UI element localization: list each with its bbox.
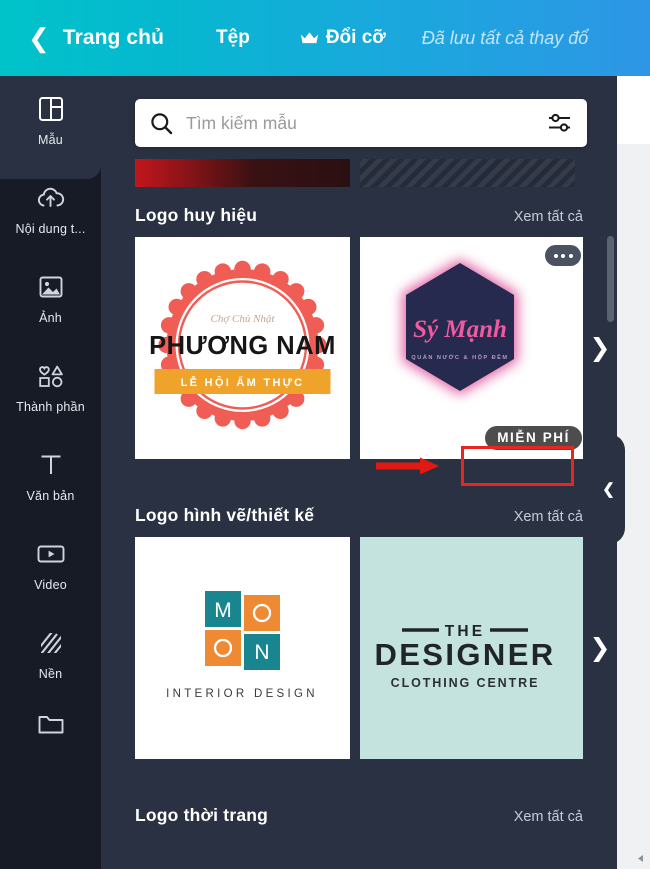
home-button[interactable]: Trang chủ (63, 26, 164, 50)
carousel-next-icon[interactable]: ❯ (583, 537, 617, 759)
photo-icon (36, 272, 66, 302)
section-badge-logos: Logo huy hiệu Xem tất cả (101, 205, 617, 459)
panel-scroll-area[interactable]: Logo huy hiệu Xem tất cả (101, 159, 617, 869)
horizontal-scroll-left-arrow[interactable] (634, 852, 646, 864)
section-illustration-logos: Logo hình vẽ/thiết kế Xem tất cả (101, 505, 617, 759)
card-more-options-icon[interactable] (545, 245, 581, 266)
sidebar-label-uploads: Nội dung t... (15, 222, 85, 236)
sidebar-item-video[interactable]: Video (0, 521, 101, 610)
svg-text:QUÁN NƯỚC & HỘP ĐÊM: QUÁN NƯỚC & HỘP ĐÊM (411, 353, 508, 361)
svg-text:LỄ HỘI ẨM THỰC: LỄ HỘI ẨM THỰC (181, 376, 305, 389)
template-card-the-designer[interactable]: THE DESIGNER CLOTHING CENTRE (360, 537, 590, 759)
filter-sliders-icon[interactable] (547, 112, 572, 134)
panel-vertical-scrollbar[interactable] (607, 236, 614, 322)
moon-logo-artwork: M N INTERIOR DESIGN (135, 537, 350, 759)
resize-label: Đổi cỡ (326, 27, 386, 49)
templates-panel: Logo huy hiệu Xem tất cả (101, 76, 617, 869)
sidebar-item-photos[interactable]: Ảnh (0, 254, 101, 343)
template-card-moon[interactable]: M N INTERIOR DESIGN (135, 537, 350, 759)
section-title: Logo hình vẽ/thiết kế (135, 505, 314, 526)
svg-text:M: M (214, 599, 232, 622)
partial-card-row (135, 159, 605, 187)
card-carousel: M N INTERIOR DESIGN (101, 537, 617, 759)
section-header: Logo thời trang Xem tất cả (101, 805, 617, 826)
sidebar-item-uploads[interactable]: Nội dung t... (0, 165, 101, 254)
resize-button[interactable]: Đổi cỡ (300, 27, 386, 49)
sidebar-item-folder[interactable] (0, 699, 101, 759)
designer-logo-artwork: THE DESIGNER CLOTHING CENTRE (360, 537, 590, 759)
search-bar[interactable] (135, 99, 587, 147)
section-title: Logo huy hiệu (135, 205, 257, 226)
sidebar-label-video: Video (34, 578, 67, 592)
search-zone (101, 76, 617, 159)
sidebar-label-background: Nền (39, 667, 63, 681)
sidebar-label-elements: Thành phần (16, 400, 85, 414)
partial-card-red[interactable] (135, 159, 350, 187)
svg-text:PHƯƠNG NAM: PHƯƠNG NAM (149, 332, 336, 360)
panel-collapse-button[interactable]: ❮ (592, 434, 625, 544)
section-header: Logo hình vẽ/thiết kế Xem tất cả (101, 505, 617, 526)
left-sidebar: Mẫu Nội dung t... (0, 76, 101, 869)
free-badge: MIỄN PHÍ (485, 426, 582, 450)
save-status-label: Đã lưu tất cả thay đổ (422, 28, 589, 49)
section-header: Logo huy hiệu Xem tất cả (101, 205, 617, 226)
shapes-icon (36, 361, 66, 391)
search-icon (150, 112, 173, 135)
svg-text:INTERIOR DESIGN: INTERIOR DESIGN (166, 688, 318, 700)
sidebar-item-background[interactable]: Nền (0, 610, 101, 699)
section-fashion-logos: Logo thời trang Xem tất cả (101, 805, 617, 837)
partial-card-striped[interactable] (360, 159, 575, 187)
file-menu-button[interactable]: Tệp (216, 27, 250, 49)
background-stripes-icon (36, 628, 66, 658)
svg-text:DESIGNER: DESIGNER (374, 637, 555, 672)
template-grid-icon (36, 94, 66, 124)
back-chevron-icon[interactable]: ❮ (28, 25, 50, 51)
template-card-sy-manh[interactable]: Sý Mạnh QUÁN NƯỚC & HỘP ĐÊM MIỄN PHÍ (360, 237, 590, 459)
section-title: Logo thời trang (135, 805, 268, 826)
canva-editor-window: ❮ Trang chủ Tệp Đổi cỡ Đã lưu tất cả tha… (0, 0, 650, 869)
sidebar-label-text: Văn bản (27, 489, 75, 503)
svg-text:N: N (254, 641, 269, 664)
card-carousel: Chợ Chủ Nhật PHƯƠNG NAM LỄ HỘI ẨM THỰC (101, 237, 617, 459)
svg-text:Chợ Chủ Nhật: Chợ Chủ Nhật (211, 313, 276, 325)
text-t-icon (36, 450, 66, 480)
crown-icon (300, 31, 319, 45)
sidebar-label-photos: Ảnh (39, 311, 62, 325)
template-card-phuong-nam[interactable]: Chợ Chủ Nhật PHƯƠNG NAM LỄ HỘI ẨM THỰC (135, 237, 350, 459)
cloud-upload-icon (36, 183, 66, 213)
sidebar-label-templates: Mẫu (38, 133, 63, 147)
video-play-icon (36, 539, 66, 569)
svg-text:CLOTHING CENTRE: CLOTHING CENTRE (391, 676, 540, 690)
see-all-link[interactable]: Xem tất cả (514, 209, 583, 225)
sidebar-item-templates[interactable]: Mẫu (0, 76, 101, 165)
badge-logo-artwork: Chợ Chủ Nhật PHƯƠNG NAM LỄ HỘI ẨM THỰC (135, 237, 350, 459)
search-input[interactable] (186, 113, 547, 134)
folder-icon (36, 710, 66, 740)
see-all-link[interactable]: Xem tất cả (514, 809, 583, 825)
canvas-top-white-strip (617, 76, 650, 144)
see-all-link[interactable]: Xem tất cả (514, 509, 583, 525)
top-toolbar: ❮ Trang chủ Tệp Đổi cỡ Đã lưu tất cả tha… (0, 0, 650, 76)
sidebar-item-text[interactable]: Văn bản (0, 432, 101, 521)
sidebar-item-elements[interactable]: Thành phần (0, 343, 101, 432)
svg-text:Sý Mạnh: Sý Mạnh (413, 316, 507, 343)
